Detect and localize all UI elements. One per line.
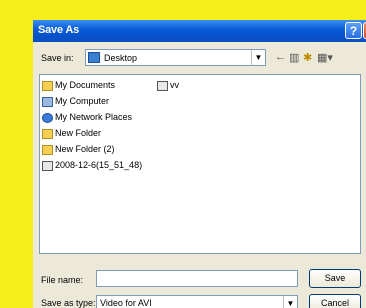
list-item-label: New Folder [55,128,102,138]
save-as-dialog: Save As ? x Save in: Desktop ▼ ← ▥ ✱ ▦▾ … [33,20,366,308]
network-icon [42,112,53,123]
folder-icon [42,128,53,139]
folder-icon [42,144,53,155]
list-item[interactable]: vv [157,79,179,92]
file-icon [157,80,168,91]
help-button[interactable]: ? [345,22,362,39]
list-item-label: My Computer [55,96,110,106]
save-in-dropdown[interactable]: Desktop ▼ [85,49,266,66]
save-in-label: Save in: [41,53,74,63]
save-as-type-label: Save as type: [41,298,96,308]
list-item[interactable]: New Folder [42,127,101,140]
desktop-icon [88,52,100,63]
title-bar[interactable]: Save As ? x [33,20,366,42]
save-button[interactable]: Save [309,269,361,288]
new-folder-icon[interactable]: ✱ [303,51,312,64]
list-item-label: New Folder (2) [55,144,115,154]
chevron-down-icon[interactable]: ▼ [251,50,265,65]
save-as-type-dropdown[interactable]: Video for AVI ▼ [96,295,298,308]
up-folder-icon[interactable]: ▥ [289,51,299,64]
list-item[interactable]: My Documents [42,79,115,92]
list-item[interactable]: My Network Places [42,111,132,124]
views-menu-icon[interactable]: ▦▾ [317,51,333,64]
chevron-down-icon[interactable]: ▼ [283,296,297,308]
file-name-label: File name: [41,275,84,285]
save-as-type-value: Video for AVI [100,298,152,308]
list-item[interactable]: New Folder (2) [42,143,115,156]
file-list[interactable]: My Documents vv My Computer My Network P… [39,74,361,254]
computer-icon [42,96,53,107]
back-icon[interactable]: ← [275,51,286,63]
list-item[interactable]: 2008-12-6(15_51_48) [42,159,142,172]
cancel-button[interactable]: Cancel [309,294,361,308]
list-item-label: 2008-12-6(15_51_48) [55,160,143,170]
list-item-label: My Documents [55,80,116,90]
documents-folder-icon [42,80,53,91]
save-in-value: Desktop [104,53,138,63]
file-icon [42,160,53,171]
list-item-label: My Network Places [55,112,133,122]
dialog-title: Save As [38,24,79,36]
list-item-label: vv [170,80,179,90]
file-name-input[interactable] [96,270,298,287]
list-item[interactable]: My Computer [42,95,109,108]
